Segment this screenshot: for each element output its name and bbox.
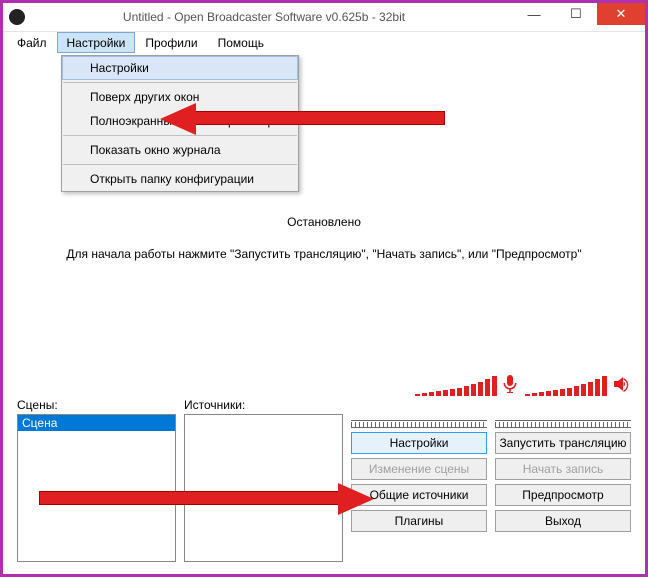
start-stream-button[interactable]: Запустить трансляцию — [495, 432, 631, 454]
window-controls: — ☐ ✕ — [513, 3, 645, 25]
minimize-button[interactable]: — — [513, 3, 555, 25]
sources-label: Источники: — [184, 398, 343, 412]
mic-meter[interactable] — [415, 375, 517, 396]
dropdown-config-folder[interactable]: Открыть папку конфигурации — [62, 167, 298, 191]
window-title: Untitled - Open Broadcaster Software v0.… — [3, 10, 525, 24]
maximize-button[interactable]: ☐ — [555, 3, 597, 25]
speaker-meter[interactable] — [525, 375, 631, 396]
panels-row: Сцены: Сцена Источники: Настройки Измене… — [17, 398, 631, 562]
exit-button[interactable]: Выход — [495, 510, 631, 532]
bottom-panel: Сцены: Сцена Источники: Настройки Измене… — [17, 375, 631, 562]
start-record-button: Начать запись — [495, 458, 631, 480]
mic-bars — [415, 376, 497, 396]
dropdown-fullscreen[interactable]: Полноэкранный режим просмотра — [62, 109, 298, 133]
titlebar[interactable]: Untitled - Open Broadcaster Software v0.… — [3, 3, 645, 31]
menu-file[interactable]: Файл — [7, 32, 57, 53]
scenes-label: Сцены: — [17, 398, 176, 412]
status-main: Остановлено — [17, 215, 631, 229]
button-column-1: Настройки Изменение сцены Общие источник… — [351, 420, 487, 562]
dropdown-separator — [63, 82, 297, 83]
window-frame: Untitled - Open Broadcaster Software v0.… — [0, 0, 648, 577]
status-hint: Для начала работы нажмите "Запустить тра… — [17, 247, 631, 261]
audio-meters — [17, 375, 631, 396]
sources-column: Источники: — [184, 398, 343, 562]
ruler[interactable] — [495, 420, 631, 428]
scenes-listbox[interactable]: Сцена — [17, 414, 176, 562]
menubar: Файл Настройки Профили Помощь — [3, 31, 645, 53]
menu-profiles[interactable]: Профили — [135, 32, 207, 53]
settings-dropdown: Настройки Поверх других окон Полноэкранн… — [61, 55, 299, 192]
dropdown-separator — [63, 164, 297, 165]
plugins-button[interactable]: Плагины — [351, 510, 487, 532]
sources-listbox[interactable] — [184, 414, 343, 562]
menu-help[interactable]: Помощь — [208, 32, 274, 53]
mic-icon[interactable] — [503, 375, 517, 396]
dropdown-settings[interactable]: Настройки — [62, 56, 298, 80]
dropdown-log-window[interactable]: Показать окно журнала — [62, 138, 298, 162]
scene-change-button: Изменение сцены — [351, 458, 487, 480]
dropdown-on-top[interactable]: Поверх других окон — [62, 85, 298, 109]
scenes-column: Сцены: Сцена — [17, 398, 176, 562]
list-item[interactable]: Сцена — [18, 415, 175, 431]
ruler[interactable] — [351, 420, 487, 428]
speaker-icon[interactable] — [613, 375, 631, 396]
settings-button[interactable]: Настройки — [351, 432, 487, 454]
app-icon — [9, 9, 25, 25]
preview-button[interactable]: Предпросмотр — [495, 484, 631, 506]
menu-settings[interactable]: Настройки — [57, 32, 136, 53]
dropdown-separator — [63, 135, 297, 136]
button-columns: Настройки Изменение сцены Общие источник… — [351, 398, 631, 562]
global-sources-button[interactable]: Общие источники — [351, 484, 487, 506]
close-button[interactable]: ✕ — [597, 3, 645, 25]
speaker-bars — [525, 376, 607, 396]
button-column-2: Запустить трансляцию Начать запись Предп… — [495, 420, 631, 562]
